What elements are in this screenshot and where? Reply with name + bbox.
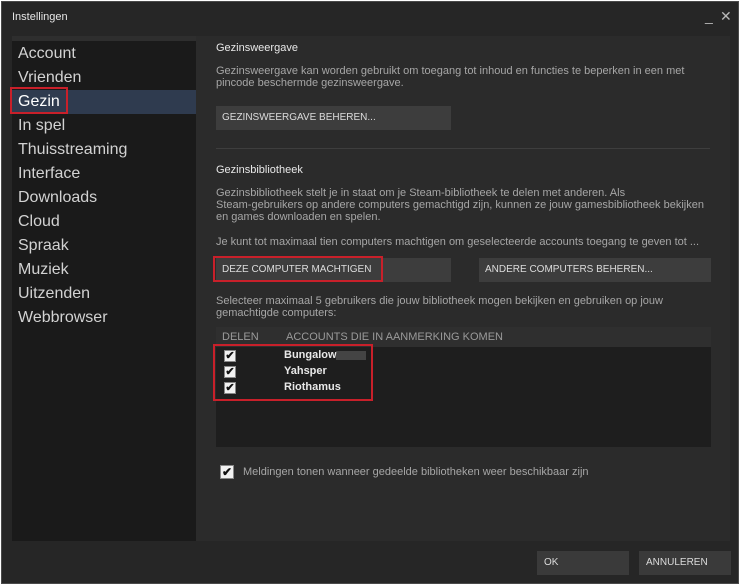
select-users-text-line-2: gemachtigde computers:	[216, 307, 337, 319]
authorize-this-computer-button[interactable]: DEZE COMPUTER MACHTIGEN	[216, 258, 451, 282]
account-name: Yahsper	[284, 365, 327, 377]
notify-libraries-checkbox[interactable]: ✔	[220, 465, 234, 479]
family-view-desc-line-1: Gezinsweergave kan worden gebruikt om to…	[216, 65, 685, 77]
sidebar-item-vrienden[interactable]: Vrienden	[12, 66, 196, 90]
account-name: Bungalow	[284, 349, 337, 361]
account-name: Riothamus	[284, 381, 341, 393]
column-header-accounts: ACCOUNTS DIE IN AANMERKING KOMEN	[286, 331, 503, 343]
settings-sidebar: Account Vrienden Gezin In spel Thuisstre…	[12, 36, 196, 541]
table-row: ✔ Yahsper	[216, 364, 711, 380]
table-header: DELEN ACCOUNTS DIE IN AANMERKING KOMEN	[216, 327, 711, 347]
settings-window: Instellingen _ ✕ Account Vrienden Gezin …	[1, 1, 739, 584]
sidebar-item-spraak[interactable]: Spraak	[12, 234, 196, 258]
authorize-limit-text: Je kunt tot maximaal tien computers mach…	[216, 236, 700, 248]
notify-libraries-label: Meldingen tonen wanneer gedeelde bibliot…	[243, 466, 589, 478]
sidebar-item-interface[interactable]: Interface	[12, 162, 196, 186]
sidebar-item-uitzenden[interactable]: Uitzenden	[12, 282, 196, 306]
manage-other-computers-button[interactable]: ANDERE COMPUTERS BEHEREN...	[479, 258, 711, 282]
sidebar-item-muziek[interactable]: Muziek	[12, 258, 196, 282]
sidebar-item-downloads[interactable]: Downloads	[12, 186, 196, 210]
manage-family-view-button[interactable]: GEZINSWEERGAVE BEHEREN...	[216, 106, 451, 130]
family-library-desc-line-2: Steam-gebruikers op andere computers gem…	[216, 199, 704, 211]
share-checkbox[interactable]: ✔	[224, 382, 236, 394]
close-icon[interactable]: ✕	[720, 8, 732, 25]
table-row: ✔ Riothamus	[216, 380, 711, 396]
column-header-share: DELEN	[222, 331, 259, 343]
share-checkbox[interactable]: ✔	[224, 350, 236, 362]
sidebar-item-gezin[interactable]: Gezin	[12, 90, 196, 114]
sidebar-item-thuisstreaming[interactable]: Thuisstreaming	[12, 138, 196, 162]
sidebar-item-webbrowser[interactable]: Webbrowser	[12, 306, 196, 330]
eligible-accounts-table: DELEN ACCOUNTS DIE IN AANMERKING KOMEN ✔…	[216, 327, 711, 447]
family-view-desc-line-2: pincode beschermde gezinsweergave.	[216, 77, 404, 89]
minimize-icon[interactable]: _	[705, 8, 713, 24]
sidebar-item-cloud[interactable]: Cloud	[12, 210, 196, 234]
share-checkbox[interactable]: ✔	[224, 366, 236, 378]
family-settings-panel: Gezinsweergave Gezinsweergave kan worden…	[196, 36, 730, 541]
family-library-heading: Gezinsbibliotheek	[216, 164, 303, 176]
title-bar: Instellingen _ ✕	[2, 2, 738, 32]
ok-button[interactable]: OK	[537, 551, 629, 575]
sidebar-item-in-spel[interactable]: In spel	[12, 114, 196, 138]
redacted-text	[336, 351, 366, 360]
section-divider	[216, 148, 710, 149]
family-library-desc-line-1: Gezinsbibliotheek stelt je in staat om j…	[216, 187, 626, 199]
table-row: ✔ Bungalow	[216, 348, 711, 364]
sidebar-item-account[interactable]: Account	[12, 42, 196, 66]
select-users-text-line-1: Selecteer maximaal 5 gebruikers die jouw…	[216, 295, 663, 307]
family-library-desc-line-3: en games downloaden en spelen.	[216, 211, 381, 223]
sidebar-top-strip	[12, 36, 196, 41]
cancel-button[interactable]: ANNULEREN	[639, 551, 731, 575]
window-title: Instellingen	[12, 11, 68, 23]
family-view-heading: Gezinsweergave	[216, 42, 298, 54]
